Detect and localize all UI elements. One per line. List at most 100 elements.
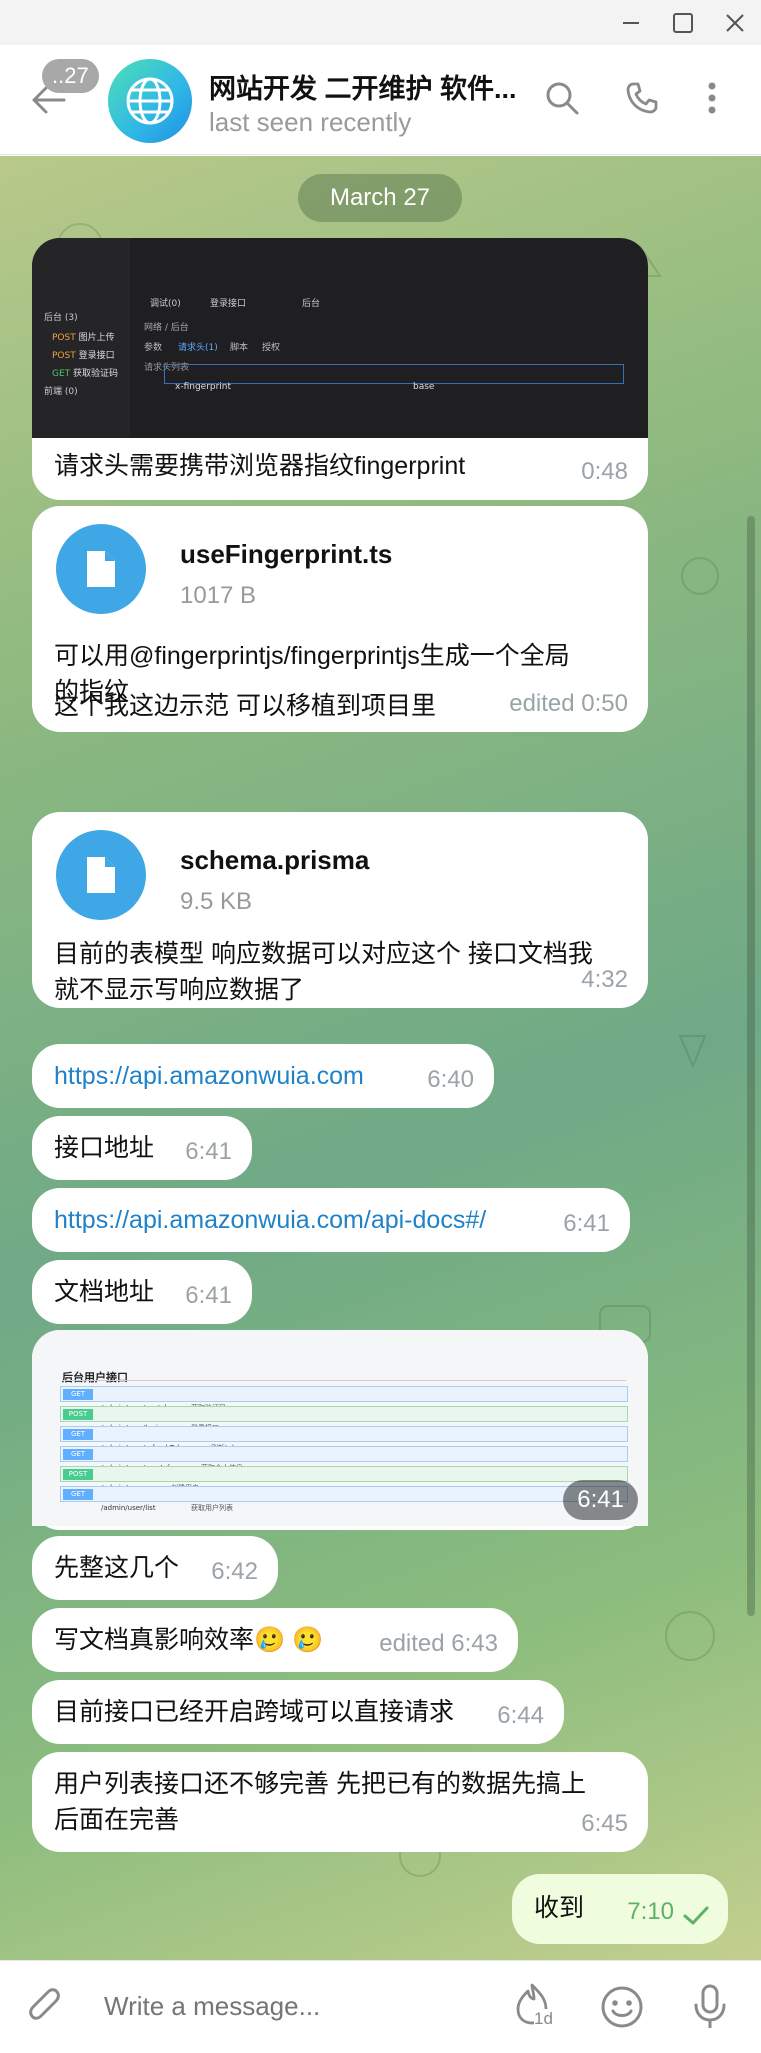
minimize-button[interactable] (605, 0, 657, 45)
message-text: 文档地址 (54, 1278, 155, 1306)
message-time: 6:40 (427, 1066, 474, 1093)
message-time: edited 6:43 (379, 1630, 498, 1657)
unread-count-badge[interactable]: ..27 (42, 59, 99, 93)
screenshot-tab: 登录接口 (210, 299, 247, 309)
search-icon (546, 82, 579, 115)
file-name[interactable]: schema.prisma (180, 842, 369, 878)
message-time: 6:44 (497, 1702, 544, 1729)
timer-badge: 1d (534, 2009, 553, 2029)
close-icon (726, 13, 744, 32)
attach-icon (29, 1988, 60, 2020)
minimize-icon (623, 21, 639, 24)
method-tag: GET (63, 1389, 93, 1400)
docs-row: GET /admin/user/list 获取用户列表 (60, 1486, 628, 1512)
message-text: 就不显示写响应数据了 (54, 976, 305, 1004)
message-text: 收到 (534, 1894, 585, 1922)
docs-divider (62, 1380, 626, 1381)
file-download-button[interactable] (56, 524, 146, 614)
emoji-icon (601, 1986, 643, 2028)
chat-scrollbar[interactable] (747, 516, 755, 1616)
docs-path: /admin/user/list (101, 1504, 156, 1512)
message-text-with-emoji: 写文档真影响效率🥲 🥲 (54, 1622, 323, 1658)
message-text: 目前接口已经开启跨域可以直接请求 (54, 1698, 455, 1726)
message-time: 6:42 (211, 1558, 258, 1585)
date-separator: March 27 (298, 174, 462, 222)
message-image-caption[interactable]: 后台 (3) POST 图片上传 POST 登录接口 GET 获取验证码 前端 … (32, 238, 648, 500)
screenshot-header-row: x-fingerprint base (164, 364, 624, 392)
endpoint-label: 获取验证码 (73, 369, 119, 379)
message-time: 6:41 (563, 1210, 610, 1237)
emoji-button[interactable] (600, 1985, 644, 2034)
docs-row: POST /admin/user/login 登录接口 (60, 1406, 628, 1432)
message-link[interactable]: https://api.amazonwuia.com/api-docs#/ 6:… (32, 1188, 630, 1252)
file-icon (87, 857, 115, 893)
message-text: 用户列表接口还不够完善 先把已有的数据先搞上 (54, 1770, 586, 1798)
screenshot-subtab: 授权 (262, 343, 281, 353)
message-text: 请求头需要携带浏览器指纹fingerprint (54, 452, 466, 480)
message-time: 6:41 (185, 1282, 232, 1309)
docs-desc: 获取用户列表 (191, 1504, 233, 1512)
method-tag: POST (63, 1469, 93, 1480)
method-tag: POST (63, 1409, 93, 1420)
file-icon (87, 551, 115, 587)
close-button[interactable] (709, 0, 761, 45)
screenshot-sidebar-item: 前端 (0) (44, 387, 78, 397)
message-time: 6:45 (581, 1810, 628, 1837)
message-file[interactable]: schema.prisma 9.5 KB 目前的表模型 响应数据可以对应这个 接… (32, 812, 648, 1008)
message-text-bubble[interactable]: 文档地址 6:41 (32, 1260, 252, 1324)
more-button[interactable] (702, 81, 722, 120)
message-text: 写文档真影响效率 (54, 1626, 255, 1654)
link-url[interactable]: https://api.amazonwuia.com/api-docs#/ (54, 1202, 486, 1238)
message-outgoing[interactable]: 收到 7:10 (512, 1874, 728, 1944)
attach-button[interactable] (26, 1987, 66, 2034)
check-icon (683, 1906, 709, 1925)
message-link[interactable]: https://api.amazonwuia.com 6:40 (32, 1044, 494, 1108)
chat-header: ..27 网站开发 二开维护 软件... last seen recently (0, 45, 761, 155)
message-time: 4:32 (581, 966, 628, 993)
avatar[interactable] (108, 59, 192, 143)
message-composer: 1d (0, 1960, 761, 2053)
docs-row: GET /admin/user/userInfo 获取个人信息 (60, 1446, 628, 1472)
header-value: base (413, 382, 435, 392)
message-file[interactable]: useFingerprint.ts 1017 B 可以用@fingerprint… (32, 506, 648, 732)
message-text: 可以用@fingerprintjs/fingerprintjs生成一个全局 (54, 642, 570, 670)
message-time: 6:41 (563, 1480, 638, 1520)
message-text-bubble[interactable]: 用户列表接口还不够完善 先把已有的数据先搞上 后面在完善 6:45 (32, 1752, 648, 1852)
message-image[interactable]: 后台用户接口 GET /admin/user/captcha 获取验证码 POS… (32, 1330, 648, 1530)
voice-record-button[interactable] (692, 1983, 728, 2036)
search-button[interactable] (545, 81, 579, 120)
message-text-bubble[interactable]: 写文档真影响效率🥲 🥲 edited 6:43 (32, 1608, 518, 1672)
message-text: 这个我这边示范 可以移植到项目里 (54, 692, 436, 720)
docs-row: POST /admin/user 创建用户 (60, 1466, 628, 1492)
message-time: 6:41 (185, 1138, 232, 1165)
screenshot-tab: 后台 (302, 299, 321, 309)
window-titlebar (0, 0, 761, 45)
self-destruct-timer-button[interactable]: 1d (512, 1981, 562, 2031)
message-text: 后面在完善 (54, 1806, 180, 1834)
message-text-bubble[interactable]: 接口地址 6:41 (32, 1116, 252, 1180)
message-input[interactable] (104, 1991, 484, 2022)
file-name[interactable]: useFingerprint.ts (180, 536, 392, 572)
chat-title[interactable]: 网站开发 二开维护 软件... (209, 67, 517, 106)
docs-row: GET /admin/user/captcha 获取验证码 (60, 1386, 628, 1412)
message-time: edited 0:50 (509, 690, 628, 717)
header-key: x-fingerprint (175, 382, 232, 392)
screenshot-api-client[interactable]: 后台 (3) POST 图片上传 POST 登录接口 GET 获取验证码 前端 … (32, 238, 648, 438)
method-tag: GET (63, 1429, 93, 1440)
maximize-icon (673, 12, 693, 33)
screenshot-api-docs[interactable]: 后台用户接口 GET /admin/user/captcha 获取验证码 POS… (32, 1330, 648, 1526)
message-text: 目前的表模型 响应数据可以对应这个 接口文档我 (54, 940, 593, 968)
docs-row: GET /admin/user/refreshToken 刷新token (60, 1426, 628, 1452)
globe-icon (126, 77, 174, 125)
file-download-button[interactable] (56, 830, 146, 920)
message-time: 0:48 (581, 458, 628, 485)
link-url[interactable]: https://api.amazonwuia.com (54, 1058, 364, 1094)
call-button[interactable] (625, 81, 659, 120)
method-tag: GET (63, 1449, 93, 1460)
message-text-bubble[interactable]: 先整这几个 6:42 (32, 1536, 278, 1600)
message-text-bubble[interactable]: 目前接口已经开启跨域可以直接请求 6:44 (32, 1680, 564, 1744)
message-text: 接口地址 (54, 1134, 155, 1162)
message-list[interactable]: March 27 后台 (3) POST 图片上传 POST 登录接口 GET … (0, 156, 761, 1960)
maximize-button[interactable] (657, 0, 709, 45)
microphone-icon (694, 1984, 726, 2028)
